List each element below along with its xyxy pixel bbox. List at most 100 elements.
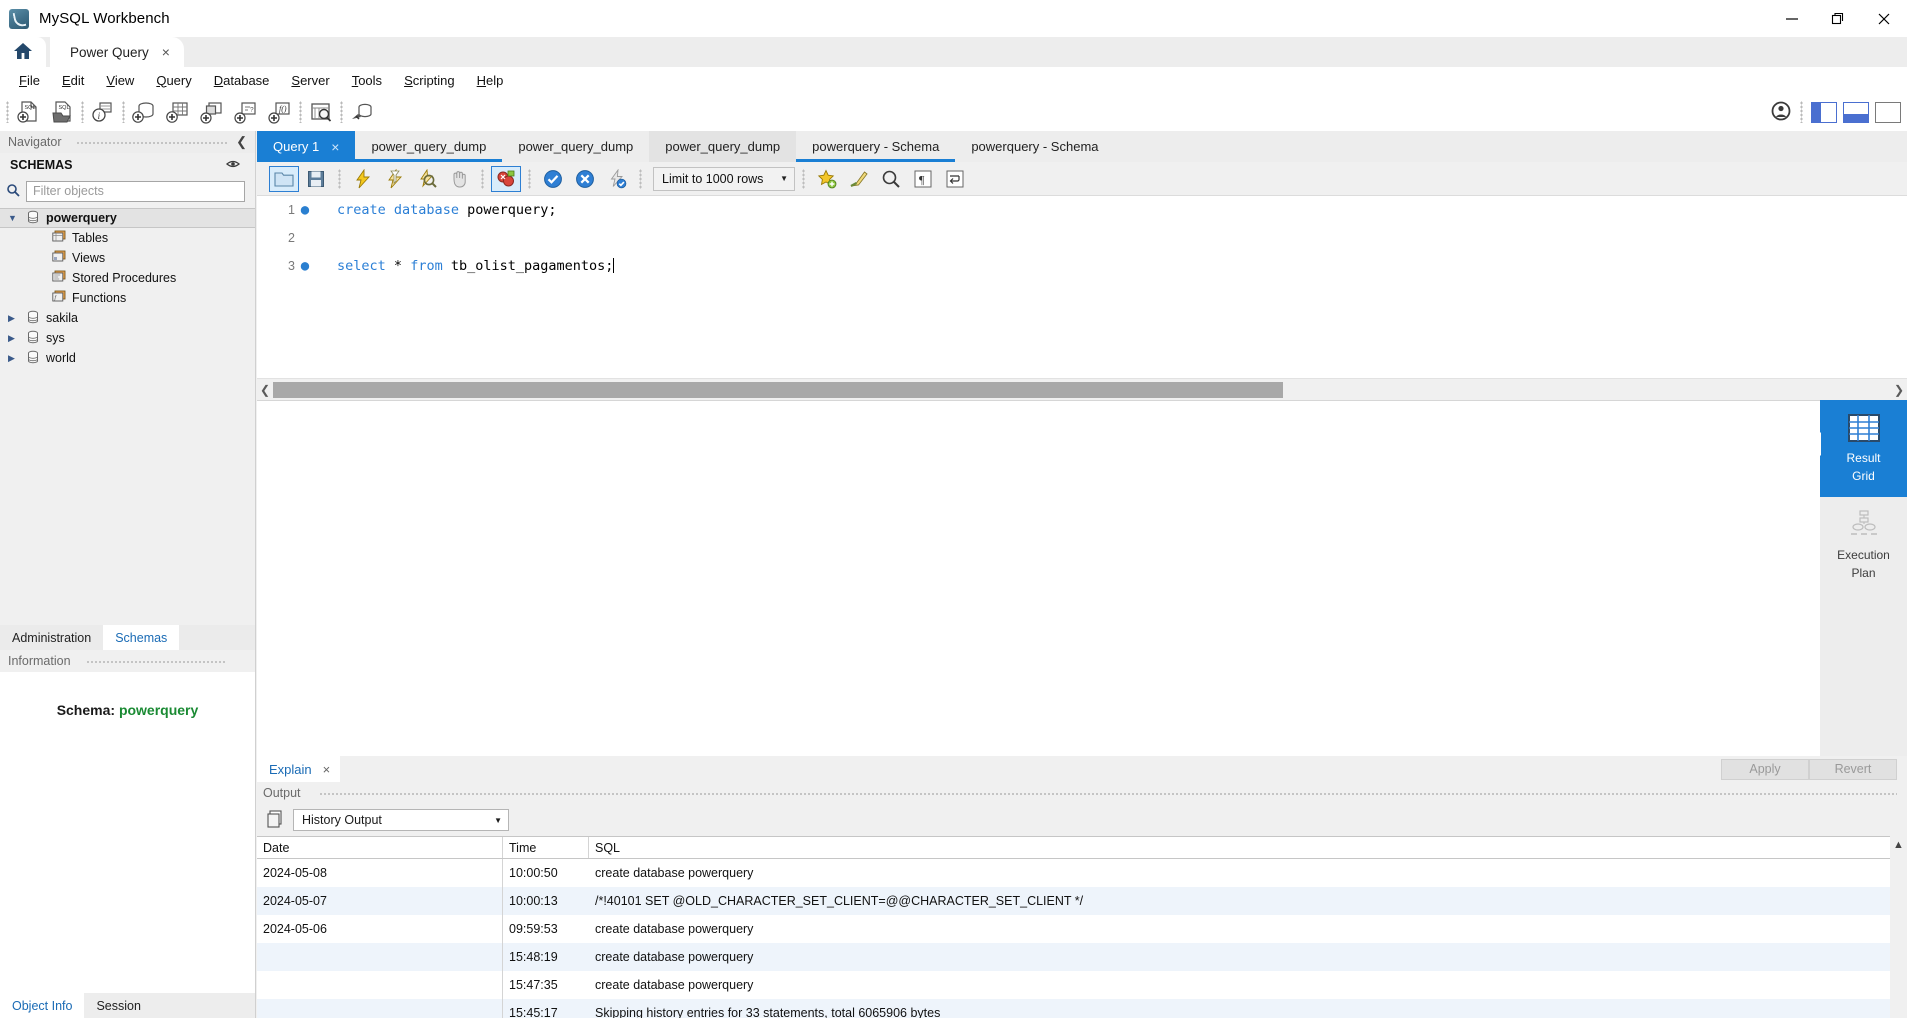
- tab-session[interactable]: Session: [84, 993, 152, 1018]
- toggle-autocommit-icon[interactable]: [602, 166, 632, 192]
- output-vertical-scrollbar[interactable]: ▲: [1890, 836, 1907, 1018]
- execute-current-icon[interactable]: [380, 166, 410, 192]
- tree-item-sakila[interactable]: ▶ sakila: [0, 308, 255, 328]
- new-sql-tab-icon[interactable]: SQL: [11, 97, 45, 127]
- scroll-right-icon[interactable]: ❯: [1891, 383, 1907, 397]
- create-function-icon[interactable]: f(): [263, 97, 297, 127]
- commit-icon[interactable]: [538, 166, 568, 192]
- apply-button[interactable]: Apply: [1721, 758, 1809, 780]
- layout-secondary-sidebar-icon[interactable]: [1875, 101, 1901, 123]
- restore-button[interactable]: [1815, 0, 1861, 37]
- chevron-down-icon[interactable]: ▼: [780, 174, 788, 183]
- tree-item-world[interactable]: ▶ world: [0, 348, 255, 368]
- tab-object-info[interactable]: Object Info: [0, 993, 85, 1018]
- revert-button[interactable]: Revert: [1809, 758, 1897, 780]
- create-schema-icon[interactable]: [127, 97, 161, 127]
- editor-horizontal-scrollbar[interactable]: ❮ ❯: [257, 378, 1907, 400]
- sql-code-editor[interactable]: 1 ● create database powerquery; 2 3 ● se…: [257, 196, 1907, 378]
- output-type-icon[interactable]: [267, 809, 285, 831]
- toggle-invisible-chars-icon[interactable]: ¶: [908, 166, 938, 192]
- filter-objects-input[interactable]: Filter objects: [26, 180, 245, 202]
- query-tab-query-1[interactable]: Query 1 ×: [257, 131, 356, 162]
- create-view-icon[interactable]: [195, 97, 229, 127]
- refresh-icon[interactable]: [225, 157, 241, 174]
- tab-schemas[interactable]: Schemas: [103, 625, 180, 650]
- sidebar-item-result-grid[interactable]: Result Grid: [1809, 400, 1907, 497]
- table-row[interactable]: 2024-05-08 10:00:50 create database powe…: [257, 859, 1907, 887]
- tab-power-query[interactable]: Power Query ×: [50, 37, 184, 67]
- reconnect-server-icon[interactable]: [345, 97, 379, 127]
- open-sql-script-icon[interactable]: SQL: [45, 97, 79, 127]
- chevron-down-icon[interactable]: ▼: [494, 816, 502, 825]
- table-row[interactable]: 15:45:17 Skipping history entries for 33…: [257, 999, 1907, 1018]
- sidebar-item-execution-plan[interactable]: Execution Plan: [1820, 497, 1907, 594]
- column-header-time[interactable]: Time: [503, 837, 589, 858]
- menu-item-database[interactable]: Database: [203, 70, 281, 91]
- menu-item-scripting[interactable]: Scripting: [393, 70, 466, 91]
- minimize-button[interactable]: [1769, 0, 1815, 37]
- chevron-right-icon[interactable]: ▶: [8, 313, 20, 324]
- stop-icon[interactable]: [444, 166, 474, 192]
- tree-item-powerquery[interactable]: ▼ powerquery: [0, 208, 255, 228]
- beautify-sql-icon[interactable]: [844, 166, 874, 192]
- menu-item-edit[interactable]: Edit: [51, 70, 95, 91]
- row-limit-select[interactable]: Limit to 1000 rows ▼: [653, 166, 795, 191]
- execute-icon[interactable]: [348, 166, 378, 192]
- tab-administration[interactable]: Administration: [0, 625, 103, 650]
- table-row[interactable]: 15:48:19 create database powerquery: [257, 943, 1907, 971]
- find-icon[interactable]: [876, 166, 906, 192]
- scroll-left-icon[interactable]: ❮: [257, 383, 273, 397]
- save-script-icon[interactable]: [301, 166, 331, 192]
- save-snippet-icon[interactable]: [812, 166, 842, 192]
- statement-marker-icon[interactable]: ●: [295, 203, 315, 217]
- menu-item-view[interactable]: View: [95, 70, 145, 91]
- explain-icon[interactable]: [412, 166, 442, 192]
- close-icon[interactable]: ×: [162, 45, 170, 59]
- menu-item-help[interactable]: Help: [466, 70, 515, 91]
- statement-marker-icon[interactable]: ●: [295, 259, 315, 273]
- menu-item-server[interactable]: Server: [280, 70, 340, 91]
- tree-item-views[interactable]: Views: [0, 248, 255, 268]
- tree-item-tables[interactable]: Tables: [0, 228, 255, 248]
- chevron-right-icon[interactable]: ▶: [8, 353, 20, 364]
- close-button[interactable]: [1861, 0, 1907, 37]
- open-script-icon[interactable]: [269, 165, 299, 192]
- wrap-lines-icon[interactable]: [940, 166, 970, 192]
- query-tab-schema-1[interactable]: powerquery - Schema: [796, 131, 956, 162]
- scroll-up-icon[interactable]: ▲: [1893, 839, 1904, 851]
- account-icon[interactable]: [1770, 100, 1792, 125]
- table-row[interactable]: 2024-05-06 09:59:53 create database powe…: [257, 915, 1907, 943]
- query-tab-schema-2[interactable]: powerquery - Schema: [955, 131, 1114, 162]
- tree-item-functions[interactable]: f Functions: [0, 288, 255, 308]
- table-row[interactable]: 15:47:35 create database powerquery: [257, 971, 1907, 999]
- layout-sidebar-icon[interactable]: [1811, 101, 1837, 123]
- menu-item-query[interactable]: Query: [145, 70, 202, 91]
- rollback-icon[interactable]: [570, 166, 600, 192]
- query-tab-dump-1[interactable]: power_query_dump: [355, 131, 503, 162]
- home-tab[interactable]: [0, 37, 46, 67]
- panel-collapse-icon[interactable]: ❮: [236, 134, 247, 150]
- query-tab-dump-2[interactable]: power_query_dump: [502, 131, 649, 162]
- close-icon[interactable]: ×: [331, 139, 339, 155]
- chevron-down-icon[interactable]: ▼: [8, 213, 20, 223]
- create-table-icon[interactable]: [161, 97, 195, 127]
- chevron-right-icon[interactable]: ▶: [8, 333, 20, 344]
- tree-item-sys[interactable]: ▶ sys: [0, 328, 255, 348]
- output-type-select[interactable]: History Output ▼: [293, 809, 509, 831]
- column-header-date[interactable]: Date: [257, 837, 503, 858]
- query-tab-dump-3[interactable]: power_query_dump: [649, 131, 797, 162]
- toggle-stop-on-error-icon[interactable]: [491, 165, 521, 192]
- close-icon[interactable]: ×: [323, 762, 331, 777]
- scroll-track[interactable]: [273, 381, 1891, 398]
- table-row[interactable]: 2024-05-07 10:00:13 /*!40101 SET @OLD_CH…: [257, 887, 1907, 915]
- tree-item-stored-procedures[interactable]: Stored Procedures: [0, 268, 255, 288]
- scroll-thumb[interactable]: [273, 381, 1283, 398]
- create-procedure-icon[interactable]: ?: [229, 97, 263, 127]
- menu-item-file[interactable]: File: [8, 70, 51, 91]
- open-connection-info-icon[interactable]: i: [86, 97, 120, 127]
- menu-item-tools[interactable]: Tools: [341, 70, 393, 91]
- search-data-icon[interactable]: [304, 97, 338, 127]
- layout-output-icon[interactable]: [1843, 101, 1869, 123]
- column-header-sql[interactable]: SQL: [589, 837, 1907, 858]
- tab-explain[interactable]: Explain ×: [257, 756, 341, 782]
